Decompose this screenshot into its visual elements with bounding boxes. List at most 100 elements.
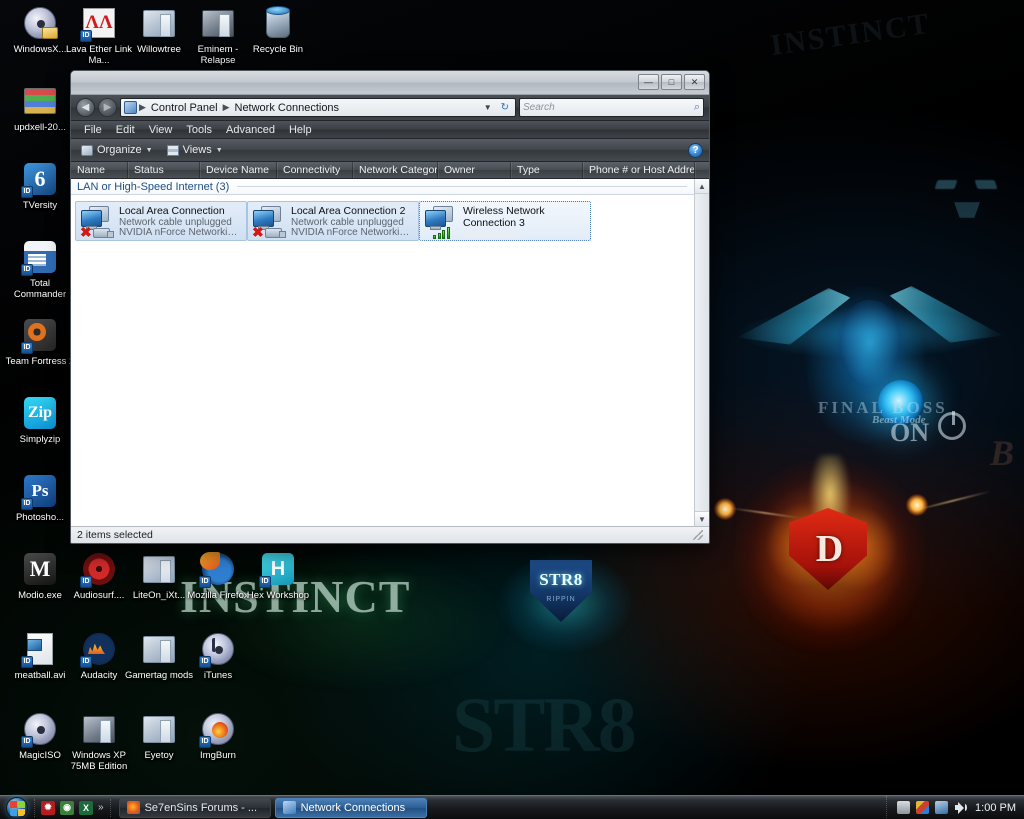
help-button[interactable]: ? <box>688 142 703 158</box>
vertical-scrollbar[interactable]: ▲ ▼ <box>694 179 709 526</box>
views-icon <box>166 144 179 156</box>
photoshop-icon: Ps ID <box>21 472 59 510</box>
search-placeholder: Search <box>523 102 555 113</box>
address-bar: ◀ ▶ ▶ Control Panel ▶ Network Connection… <box>71 95 709 121</box>
window-titlebar[interactable]: — □ ✕ <box>71 71 709 95</box>
connection-item[interactable]: Wireless Network Connection 3 <box>419 201 591 241</box>
desktop-icon-simplyzip[interactable]: Zip Simplyzip <box>3 394 77 445</box>
connection-text: Local Area Connection Network cable unplu… <box>119 205 242 237</box>
breadcrumb-separator-2: ▶ <box>222 102 230 112</box>
connection-item[interactable]: ✖ Local Area Connection 2 Network cable un… <box>247 201 419 241</box>
desktop-icon-itunes[interactable]: ID iTunes <box>181 630 255 681</box>
connections-list-pane: LAN or High-Speed Internet (3) ⌃ ✖ Local … <box>71 179 709 526</box>
search-icon[interactable]: ⌕ <box>694 101 700 114</box>
search-input[interactable]: Search ⌕ <box>519 98 704 117</box>
signal-bars-icon <box>433 225 453 239</box>
organize-button[interactable]: Organize ▼ <box>77 143 157 157</box>
desktop-icon-hex-workshop[interactable]: H ID Hex Workshop <box>241 550 315 601</box>
windows-logo-icon <box>6 796 28 819</box>
connection-status: Network cable unplugged <box>291 217 404 227</box>
system-tray: 1:00 PM <box>886 795 1024 819</box>
windows-update-icon[interactable] <box>897 801 911 814</box>
menu-item-edit[interactable]: Edit <box>109 123 142 137</box>
control-panel-icon <box>124 101 137 114</box>
start-button[interactable] <box>0 796 34 819</box>
wireless-adapter-icon <box>424 205 458 239</box>
network-adapter-icon: ✖ <box>80 205 114 239</box>
back-arrow-icon[interactable]: ◀ <box>76 98 95 117</box>
desktop-icon-label: meatball.avi <box>14 670 66 681</box>
organize-icon <box>81 144 93 156</box>
connection-name: Local Area Connection 2 <box>291 205 406 217</box>
menu-item-tools[interactable]: Tools <box>179 123 219 137</box>
desktop-icon-label: LiteOn_iXt... <box>132 590 186 601</box>
close-button[interactable]: ✕ <box>684 74 705 90</box>
breadcrumb-item-network-connections[interactable]: Network Connections <box>232 101 343 115</box>
connection-item[interactable]: ✖ Local Area Connection Network cable unpl… <box>75 201 247 241</box>
resize-grip[interactable] <box>693 530 703 540</box>
clock[interactable]: 1:00 PM <box>975 802 1016 814</box>
column-header-row: Name Status Device Name Connectivity Network… <box>71 162 709 179</box>
winrar-icon <box>21 82 59 120</box>
desktop-icon-label: Total Commander <box>13 278 67 300</box>
column-header-device-name[interactable]: Device Name <box>200 162 277 178</box>
group-header-label: LAN or High-Speed Internet (3) <box>77 180 230 193</box>
quick-launch-overflow-icon[interactable]: » <box>98 802 104 813</box>
firefox-icon <box>126 801 140 814</box>
taskbar-button-network-connections[interactable]: Network Connections <box>274 797 427 818</box>
scroll-up-arrow-icon[interactable]: ▲ <box>695 179 709 194</box>
volume-icon[interactable] <box>954 801 968 814</box>
views-button[interactable]: Views ▼ <box>163 143 227 157</box>
column-header-network-category[interactable]: Network Category <box>353 162 438 178</box>
desktop-icon-team-fortress-2[interactable]: ID Team Fortress 2 <box>3 316 77 367</box>
breadcrumb[interactable]: ▶ Control Panel ▶ Network Connections ▼ … <box>120 98 516 117</box>
firefox-icon: ID <box>199 550 237 588</box>
chrome-icon[interactable]: ◉ <box>60 800 74 815</box>
desktop-icon-label: Team Fortress 2 <box>5 356 75 367</box>
menu-item-file[interactable]: File <box>77 123 109 137</box>
column-header-type[interactable]: Type <box>511 162 583 178</box>
desktop-icon-updxell-20[interactable]: updxell-20... <box>3 82 77 133</box>
hex-icon: H ID <box>259 550 297 588</box>
refresh-icon[interactable]: ↻ <box>497 102 513 113</box>
red-x-icon: ✖ <box>252 224 264 240</box>
desktop-icon-tversity[interactable]: 6 ID TVersity <box>3 160 77 211</box>
audacity-icon: ID <box>80 630 118 668</box>
minimize-button[interactable]: — <box>638 74 659 90</box>
desktop-icon-recycle-bin[interactable]: Recycle Bin <box>241 4 315 55</box>
connection-text: Wireless Network Connection 3 <box>463 205 586 237</box>
colorful-tray-icon[interactable] <box>916 801 930 814</box>
menu-item-advanced[interactable]: Advanced <box>219 123 282 137</box>
chevron-down-icon[interactable]: ▼ <box>481 103 495 112</box>
xfire-icon[interactable]: ✹ <box>41 800 55 815</box>
folder-dark-icon <box>199 4 237 42</box>
breadcrumb-item-control-panel[interactable]: Control Panel <box>148 101 221 115</box>
desktop-icon-photosho[interactable]: Ps ID Photosho... <box>3 472 77 523</box>
lava-icon: ΛΛ ID <box>80 4 118 42</box>
desktop-icon-total-commander[interactable]: ID Total Commander <box>3 238 77 300</box>
taskbar-button-se7ensins-forums[interactable]: Se7enSins Forums - ... <box>118 797 271 818</box>
network-tray-icon[interactable] <box>935 801 949 814</box>
maximize-button[interactable]: □ <box>661 74 682 90</box>
menu-item-view[interactable]: View <box>142 123 180 137</box>
column-header-name[interactable]: Name <box>71 162 128 178</box>
column-header-connectivity[interactable]: Connectivity <box>277 162 353 178</box>
breadcrumb-separator-1: ▶ <box>139 102 146 112</box>
forward-arrow-icon[interactable]: ▶ <box>98 98 117 117</box>
excel-icon[interactable]: X <box>79 800 93 815</box>
totalcmd-icon: ID <box>21 238 59 276</box>
network-connections-window[interactable]: — □ ✕ ◀ ▶ ▶ Control Panel ▶ Network Conn… <box>70 70 710 544</box>
folder-icon <box>140 4 178 42</box>
desktop-icon-label: Audiosurf.... <box>73 590 125 601</box>
column-header-phone-or-host-addre[interactable]: Phone # or Host Addre... <box>583 162 695 178</box>
itunes-icon: ID <box>199 630 237 668</box>
group-header-lan[interactable]: LAN or High-Speed Internet (3) ⌃ <box>71 179 709 195</box>
scroll-down-arrow-icon[interactable]: ▼ <box>695 511 709 526</box>
menu-item-help[interactable]: Help <box>282 123 319 137</box>
video-icon: ID <box>21 630 59 668</box>
column-header-status[interactable]: Status <box>128 162 200 178</box>
connection-device-name: NVIDIA nForce Networking ... <box>119 227 242 237</box>
desktop-icon-imgburn[interactable]: ID ImgBurn <box>181 710 255 761</box>
network-adapter-icon: ✖ <box>252 205 286 239</box>
column-header-owner[interactable]: Owner <box>438 162 511 178</box>
